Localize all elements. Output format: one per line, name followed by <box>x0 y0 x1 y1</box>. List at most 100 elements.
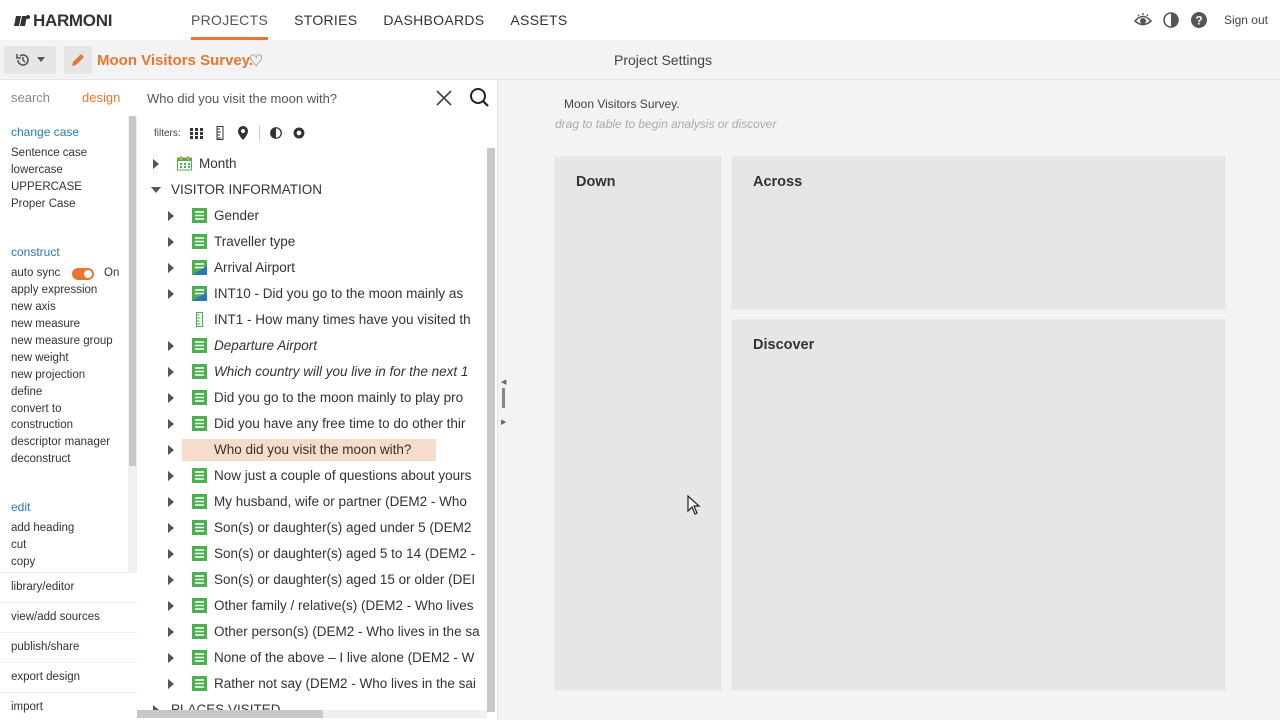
tree-row[interactable]: Other family / relative(s) (DEM2 - Who l… <box>137 593 487 619</box>
library-editor-item[interactable]: library/editor <box>0 572 137 602</box>
import-item[interactable]: import <box>0 692 137 722</box>
deconstruct-item[interactable]: deconstruct <box>11 453 70 465</box>
scrollbar-thumb[interactable] <box>129 116 136 466</box>
panel-splitter[interactable]: ◀ ▶ <box>497 80 508 720</box>
descriptor-manager-item[interactable]: descriptor manager <box>11 436 110 448</box>
tree-row[interactable]: Other person(s) (DEM2 - Who lives in the… <box>137 619 487 645</box>
clear-search-icon[interactable] <box>434 88 454 108</box>
variable-search-input[interactable] <box>147 84 417 112</box>
apply-expression-item[interactable]: apply expression <box>11 284 97 296</box>
caret-right-icon[interactable] <box>166 445 176 455</box>
discover-drop-zone[interactable]: Discover <box>731 319 1226 691</box>
caret-right-icon[interactable] <box>166 237 176 247</box>
nav-dashboards[interactable]: DASHBOARDS <box>370 0 497 40</box>
tree-row[interactable]: Now just a couple of questions about you… <box>137 463 487 489</box>
tree-horizontal-scrollbar[interactable] <box>137 710 487 718</box>
caret-right-icon[interactable] <box>166 367 176 377</box>
scrollbar-thumb[interactable] <box>137 710 323 718</box>
uppercase-item[interactable]: UPPERCASE <box>11 181 82 193</box>
caret-right-icon[interactable] <box>166 341 176 351</box>
tab-search[interactable]: search <box>11 90 50 105</box>
tree-row[interactable]: Son(s) or daughter(s) aged under 5 (DEM2 <box>137 515 487 541</box>
edit-project-button[interactable] <box>64 46 92 74</box>
caret-right-icon[interactable] <box>166 679 176 689</box>
help-icon[interactable]: ? <box>1190 11 1208 29</box>
caret-right-icon[interactable] <box>166 627 176 637</box>
tree-row[interactable]: INT10 - Did you go to the moon mainly as <box>137 281 487 307</box>
publish-share-item[interactable]: publish/share <box>0 632 137 662</box>
export-design-item[interactable]: export design <box>0 662 137 692</box>
auto-sync-toggle[interactable] <box>72 268 94 280</box>
tree-row[interactable]: Did you have any free time to do other t… <box>137 411 487 437</box>
tree-row[interactable]: My husband, wife or partner (DEM2 - Who <box>137 489 487 515</box>
copy-item[interactable]: copy <box>11 556 35 568</box>
nav-assets[interactable]: ASSETS <box>497 0 580 40</box>
add-heading-item[interactable]: add heading <box>11 522 74 534</box>
tab-design[interactable]: design <box>82 90 120 105</box>
tree-row[interactable]: Traveller type <box>137 229 487 255</box>
cut-item[interactable]: cut <box>11 539 26 551</box>
caret-right-icon[interactable] <box>166 289 176 299</box>
tree-row[interactable]: None of the above – I live alone (DEM2 -… <box>137 645 487 671</box>
ruler-filter-icon[interactable] <box>213 126 227 140</box>
eye-icon[interactable] <box>1133 11 1152 29</box>
favorite-heart-icon[interactable]: ♡ <box>249 51 263 71</box>
tree-row[interactable]: Did you go to the moon mainly to play pr… <box>137 385 487 411</box>
tree-row[interactable]: Which country will you live in for the n… <box>137 359 487 385</box>
expand-right-icon[interactable]: ▶ <box>501 418 506 426</box>
sentence-case-item[interactable]: Sentence case <box>11 147 87 159</box>
define-item[interactable]: define <box>11 386 42 398</box>
caret-right-icon[interactable] <box>166 653 176 663</box>
project-name[interactable]: Moon Visitors Survey. <box>97 52 253 69</box>
new-axis-item[interactable]: new axis <box>11 301 56 313</box>
caret-right-icon[interactable] <box>166 393 176 403</box>
caret-right-icon[interactable] <box>166 575 176 585</box>
half-circle-filter-icon[interactable] <box>269 126 283 140</box>
caret-right-icon[interactable] <box>166 419 176 429</box>
caret-right-icon[interactable] <box>166 471 176 481</box>
tree-row[interactable]: VISITOR INFORMATION <box>137 177 487 203</box>
tree-row[interactable]: Gender <box>137 203 487 229</box>
scrollbar-thumb[interactable] <box>487 148 495 712</box>
tree-row[interactable]: Who did you visit the moon with? <box>137 437 487 463</box>
splitter-grip[interactable] <box>502 388 505 408</box>
down-drop-zone[interactable]: Down <box>554 156 722 691</box>
harmoni-logo[interactable]: HARMONI <box>14 11 112 31</box>
caret-down-icon[interactable] <box>151 185 161 195</box>
caret-right-icon[interactable] <box>166 263 176 273</box>
map-pin-filter-icon[interactable] <box>236 126 250 140</box>
tree-row[interactable]: Son(s) or daughter(s) aged 5 to 14 (DEM2… <box>137 541 487 567</box>
tree-row[interactable]: Arrival Airport <box>137 255 487 281</box>
grid-filter-icon[interactable] <box>190 126 204 140</box>
caret-right-icon[interactable] <box>166 211 176 221</box>
across-drop-zone[interactable]: Across <box>731 156 1226 310</box>
tree-vertical-scrollbar[interactable] <box>487 148 495 712</box>
tree-row[interactable]: INT1 - How many times have you visited t… <box>137 307 487 333</box>
new-measure-item[interactable]: new measure <box>11 318 80 330</box>
filled-circle-filter-icon[interactable] <box>292 126 306 140</box>
construction-item[interactable]: construction <box>11 419 73 431</box>
search-icon[interactable] <box>468 86 490 108</box>
convert-to-item[interactable]: convert to <box>11 403 62 415</box>
tree-row[interactable]: Departure Airport <box>137 333 487 359</box>
tree-row[interactable]: Rather not say (DEM2 - Who lives in the … <box>137 671 487 697</box>
caret-right-icon[interactable] <box>166 497 176 507</box>
tree-row[interactable]: Son(s) or daughter(s) aged 15 or older (… <box>137 567 487 593</box>
nav-stories[interactable]: STORIES <box>281 0 370 40</box>
view-add-sources-item[interactable]: view/add sources <box>0 602 137 632</box>
sign-out-link[interactable]: Sign out <box>1224 13 1268 27</box>
history-dropdown-button[interactable] <box>4 46 56 74</box>
new-measure-group-item[interactable]: new measure group <box>11 335 113 347</box>
caret-right-icon[interactable] <box>166 523 176 533</box>
proper-case-item[interactable]: Proper Case <box>11 198 76 210</box>
tree-row[interactable]: Month <box>137 151 487 177</box>
new-weight-item[interactable]: new weight <box>11 352 69 364</box>
caret-right-icon[interactable] <box>166 601 176 611</box>
caret-right-icon[interactable] <box>151 159 161 169</box>
contrast-icon[interactable] <box>1162 11 1180 29</box>
lowercase-item[interactable]: lowercase <box>11 164 63 176</box>
new-projection-item[interactable]: new projection <box>11 369 85 381</box>
nav-projects[interactable]: PROJECTS <box>178 0 281 40</box>
caret-right-icon[interactable] <box>166 549 176 559</box>
collapse-left-icon[interactable]: ◀ <box>501 378 506 386</box>
